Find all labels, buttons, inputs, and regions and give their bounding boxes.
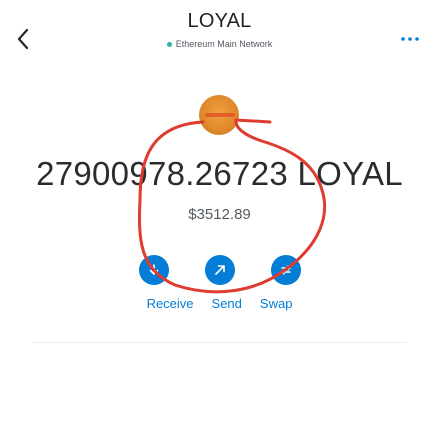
header: LOYAL Ethereum Main Network [0, 10, 439, 49]
swap-arrows-icon [280, 265, 291, 275]
ellipsis-icon [401, 37, 419, 41]
network-status-dot [166, 41, 172, 47]
page-title: LOYAL [187, 10, 252, 32]
token-logo [199, 95, 239, 135]
action-buttons [0, 255, 439, 285]
arrow-down-icon [149, 264, 158, 275]
network-indicator: Ethereum Main Network [0, 39, 439, 49]
token-balance: 27900978.26723 LOYAL [36, 155, 403, 192]
send-label[interactable]: Send [212, 296, 242, 311]
more-options-button[interactable] [397, 30, 423, 48]
token-logo-mark [205, 113, 235, 117]
receive-button[interactable] [138, 255, 169, 285]
fiat-balance: $3512.89 [188, 206, 251, 223]
arrow-up-right-icon [214, 265, 225, 275]
action-labels: Receive Send Swap [0, 296, 439, 311]
divider [32, 342, 407, 343]
network-name: Ethereum Main Network [175, 39, 273, 49]
swap-button[interactable] [270, 255, 301, 285]
send-button[interactable] [204, 255, 235, 285]
swap-label[interactable]: Swap [260, 296, 293, 311]
receive-label[interactable]: Receive [147, 296, 194, 311]
